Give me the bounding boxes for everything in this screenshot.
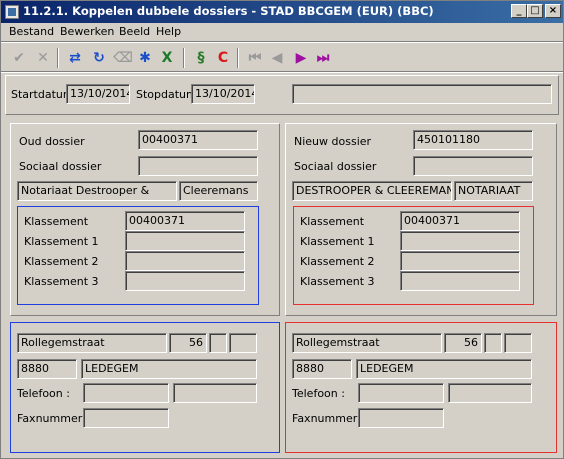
nieuw-klassement2-field[interactable] [400,251,520,271]
nieuw-adres-box: Rollegemstraat 56 8880 LEDEGEM Telefoon … [285,322,557,453]
oud-straat-field[interactable]: Rollegemstraat [17,333,167,353]
toolbar-divider [183,48,185,68]
oud-dossier-field[interactable]: 00400371 [138,130,258,150]
new-dossier-panel: Nieuw dossier 450101180 Sociaal dossier … [285,123,557,316]
oud-gemeente-field[interactable]: LEDEGEM [81,359,257,379]
nieuw-fax-field[interactable] [358,408,444,428]
menu-bewerken[interactable]: Bewerken [60,25,114,38]
startdatum-field[interactable]: 13/10/2014 [66,84,130,104]
cancel-icon[interactable]: ✕ [33,48,53,68]
nieuw-klassement3-field[interactable] [400,271,520,291]
nieuw-telefoon-label: Telefoon : [292,387,345,400]
nieuw-fax-label: Faxnummer : [292,412,365,425]
script-icon[interactable]: § [191,48,211,68]
clear-icon[interactable]: ⌫ [113,48,133,68]
oud-name1-field[interactable]: Notariaat Destrooper & [17,181,177,201]
nieuw-postcode-field[interactable]: 8880 [292,359,352,379]
nieuw-dossier-field[interactable]: 450101180 [413,130,533,150]
link-icon[interactable]: ⇄ [65,48,85,68]
toolbar-divider [237,48,239,68]
nieuw-telefoon2-field[interactable] [448,383,532,403]
nieuw-klassement2-label: Klassement 2 [300,255,375,268]
nieuw-huisnummer-field[interactable]: 56 [444,333,482,353]
app-window: 11.2.1. Koppelen dubbele dossiers - STAD… [0,0,564,459]
stopdatum-label: Stopdatum [136,88,197,101]
old-dossier-panel: Oud dossier 00400371 Sociaal dossier Not… [10,123,280,316]
nieuw-klassement1-field[interactable] [400,231,520,251]
nieuw-telefoon1-field[interactable] [358,383,444,403]
nieuw-straat-field[interactable]: Rollegemstraat [292,333,442,353]
menu-bar: Bestand Bewerken Beeld Help [1,23,563,41]
oud-telefoon1-field[interactable] [83,383,169,403]
oud-klassement3-field[interactable] [125,271,245,291]
oud-dossier-label: Oud dossier [19,135,85,148]
nieuw-klassement-box: Klassement 00400371 Klassement 1 Klassem… [293,206,534,305]
title-bar[interactable]: 11.2.1. Koppelen dubbele dossiers - STAD… [1,1,563,23]
startdatum-label: Startdatum [11,88,74,101]
nieuw-sociaal-label: Sociaal dossier [294,160,377,173]
oud-klassement1-field[interactable] [125,231,245,251]
oud-klassement-box: Klassement 00400371 Klassement 1 Klassem… [17,206,259,305]
oud-fax-label: Faxnummer : [17,412,90,425]
stopdatum-field[interactable]: 13/10/2014 [191,84,255,104]
nieuw-name2-field[interactable]: NOTARIAAT [454,181,533,201]
window-title: 11.2.1. Koppelen dubbele dossiers - STAD… [23,4,434,18]
menu-bestand[interactable]: Bestand [9,25,54,38]
oud-telefoon2-field[interactable] [173,383,257,403]
oud-huisnummer-field[interactable]: 56 [169,333,207,353]
excel-icon[interactable]: X [157,48,177,68]
toolbar-separator [1,71,563,73]
oud-klassement2-field[interactable] [125,251,245,271]
menu-beeld[interactable]: Beeld [119,25,150,38]
nieuw-gemeente-field[interactable]: LEDEGEM [356,359,532,379]
oud-klassement1-label: Klassement 1 [24,235,99,248]
oud-bus2-field[interactable] [229,333,257,353]
minimize-button[interactable]: _ [511,4,527,18]
close-button[interactable]: × [545,4,561,18]
nieuw-klassement1-label: Klassement 1 [300,235,375,248]
oud-fax-field[interactable] [83,408,169,428]
nieuw-bus1-field[interactable] [484,333,502,353]
nieuw-dossier-label: Nieuw dossier [294,135,372,148]
prev-icon[interactable]: ◀ [267,48,287,68]
nieuw-klassement-field[interactable]: 00400371 [400,211,520,231]
maximize-button[interactable]: □ [527,4,543,18]
oud-name2-field[interactable]: Cleeremans [179,181,258,201]
nieuw-sociaal-field[interactable] [413,156,533,176]
toolbar: ✔ ✕ ⇄ ↻ ⌫ ✱ X § C ⏮ ◀ ▶ ⏭ [1,43,563,71]
menu-help[interactable]: Help [156,25,181,38]
next-icon[interactable]: ▶ [291,48,311,68]
oud-sociaal-field[interactable] [138,156,258,176]
oud-postcode-field[interactable]: 8880 [17,359,77,379]
date-panel: Startdatum 13/10/2014 Stopdatum 13/10/20… [5,75,559,115]
refresh-icon[interactable]: ↻ [89,48,109,68]
accept-icon[interactable]: ✔ [9,48,29,68]
oud-klassement-field[interactable]: 00400371 [125,211,245,231]
last-icon[interactable]: ⏭ [313,48,333,68]
c-icon[interactable]: C [213,48,233,68]
oud-adres-box: Rollegemstraat 56 8880 LEDEGEM Telefoon … [10,322,280,453]
nieuw-klassement3-label: Klassement 3 [300,275,375,288]
oud-klassement2-label: Klassement 2 [24,255,99,268]
oud-bus1-field[interactable] [209,333,227,353]
first-icon[interactable]: ⏮ [245,48,265,68]
info-field[interactable] [292,84,552,104]
oud-klassement-label: Klassement [24,215,89,228]
nieuw-klassement-label: Klassement [300,215,365,228]
app-icon [5,5,19,19]
oud-sociaal-label: Sociaal dossier [19,160,102,173]
nieuw-bus2-field[interactable] [504,333,532,353]
toolbar-divider [57,48,59,68]
nieuw-name1-field[interactable]: DESTROOPER & CLEEREMAN [292,181,452,201]
oud-telefoon-label: Telefoon : [17,387,70,400]
grid-icon[interactable]: ✱ [135,48,155,68]
oud-klassement3-label: Klassement 3 [24,275,99,288]
